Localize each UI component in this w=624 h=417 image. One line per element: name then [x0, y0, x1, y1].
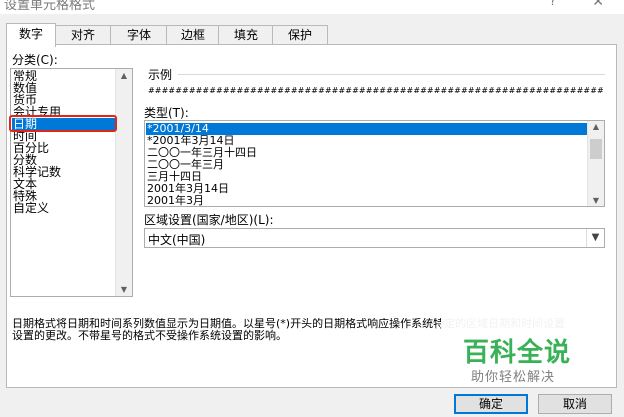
- watermark-logo: 百科全说: [463, 338, 572, 368]
- tab-fill[interactable]: 填充: [218, 25, 274, 46]
- sample-value: ########################################…: [148, 86, 603, 95]
- tab-strip: 数字 对齐 字体 边框 填充 保护: [6, 23, 366, 47]
- category-label: 分类(C):: [12, 53, 58, 67]
- ok-button[interactable]: 确定: [454, 394, 528, 414]
- sample-divider: [178, 74, 605, 75]
- type-item[interactable]: 2001年3月: [147, 195, 204, 207]
- tab-number[interactable]: 数字: [6, 23, 56, 47]
- highlight-box: [9, 115, 117, 132]
- close-button[interactable]: ✕: [592, 0, 604, 10]
- locale-label: 区域设置(国家/地区)(L):: [144, 213, 274, 227]
- watermark-tagline: 助你轻松解决: [471, 370, 556, 385]
- scroll-down-icon[interactable]: ▼: [588, 196, 604, 205]
- window-title: 设置单元格格式: [4, 0, 96, 13]
- chevron-down-icon[interactable]: ▼: [586, 229, 604, 247]
- type-scrollbar[interactable]: ▲ ▼: [587, 121, 604, 206]
- title-bar: 设置单元格格式 ? ✕: [0, 0, 624, 14]
- category-list[interactable]: 常规 数值 货币 会计专用 日期 时间 百分比 分数 科学记数 文本 特殊 自定…: [10, 68, 133, 297]
- tab-alignment[interactable]: 对齐: [54, 25, 112, 46]
- cancel-button[interactable]: 取消: [538, 394, 612, 414]
- scroll-up-icon[interactable]: ▲: [116, 71, 132, 80]
- type-label: 类型(T):: [144, 106, 189, 120]
- watermark: 百科全说 助你轻松解决: [441, 318, 600, 385]
- category-item-custom[interactable]: 自定义: [13, 202, 49, 215]
- locale-value: 中文(中国): [148, 233, 206, 247]
- scroll-down-icon[interactable]: ▼: [116, 285, 132, 294]
- tab-border[interactable]: 边框: [166, 25, 220, 46]
- sample-label: 示例: [148, 68, 173, 82]
- tab-font[interactable]: 字体: [110, 25, 168, 46]
- locale-select[interactable]: 中文(中国) ▼: [144, 228, 605, 248]
- type-list[interactable]: *2001/3/14 *2001年3月14日 二〇〇一年三月十四日 二〇〇一年三…: [144, 120, 605, 207]
- tab-protection[interactable]: 保护: [272, 25, 328, 46]
- scroll-thumb[interactable]: [590, 139, 602, 159]
- category-scrollbar[interactable]: ▲ ▼: [115, 69, 132, 296]
- scroll-up-icon[interactable]: ▲: [588, 122, 604, 131]
- help-button[interactable]: ?: [550, 0, 556, 8]
